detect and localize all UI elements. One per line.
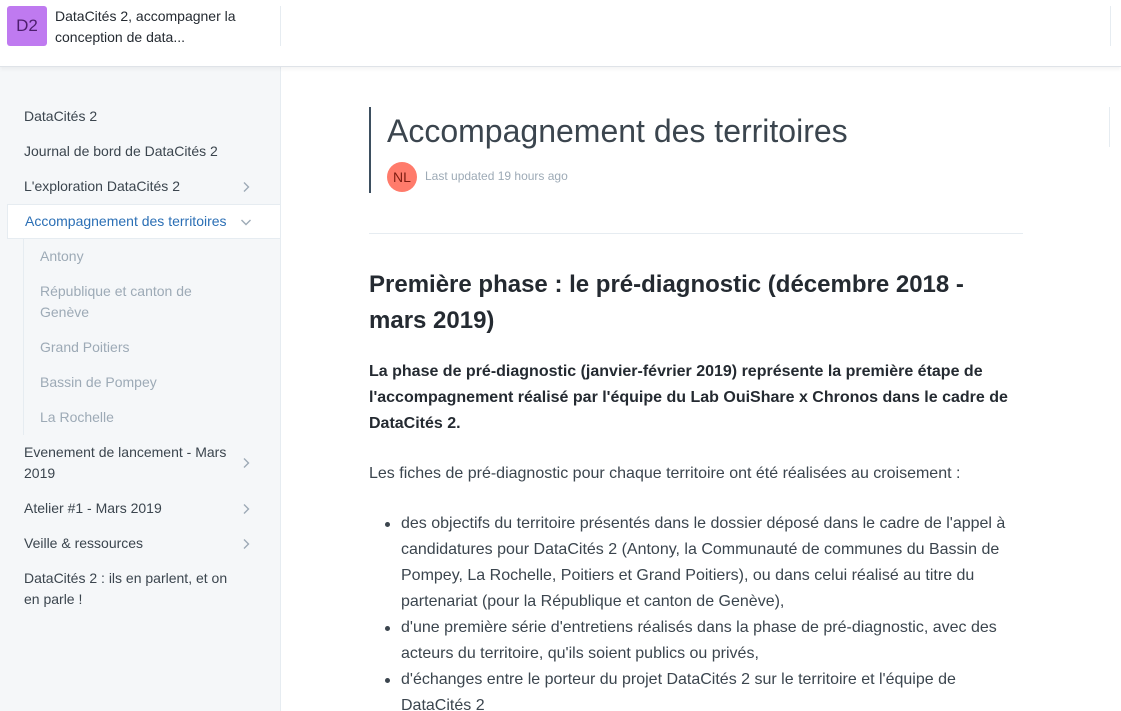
list-item: d'échanges entre le porteur du projet Da… xyxy=(385,667,1019,711)
sidebar-subitem-la-rochelle[interactable]: La Rochelle xyxy=(24,400,281,435)
paragraph: Les fiches de pré-diagnostic pour chaque… xyxy=(369,465,961,482)
sidebar-subitem-label: République et canton de Genève xyxy=(40,283,192,320)
sidebar-subitem-label: Bassin de Pompey xyxy=(40,374,157,390)
sidebar-item-accompagnement[interactable]: Accompagnement des territoires xyxy=(7,204,280,239)
avatar[interactable]: NL xyxy=(387,162,417,192)
sidebar: DataCités 2 Journal de bord de DataCités… xyxy=(0,67,281,711)
sidebar-item-ils-en-parlent[interactable]: DataCités 2 : ils en parlent, et on en p… xyxy=(7,561,280,617)
sidebar-item-datacites-2[interactable]: DataCités 2 xyxy=(7,99,280,134)
sidebar-item-label: Accompagnement des territoires xyxy=(25,213,227,229)
sidebar-subitem-grand-poitiers[interactable]: Grand Poitiers xyxy=(24,330,281,365)
sidebar-item-exploration[interactable]: L'exploration DataCités 2 xyxy=(7,169,280,204)
top-header: D2 DataCités 2, accompagner la conceptio… xyxy=(0,0,1121,67)
header-divider xyxy=(1110,6,1111,46)
sidebar-subitem-bassin-de-pompey[interactable]: Bassin de Pompey xyxy=(24,365,281,400)
list-item: d'une première série d'entretiens réalis… xyxy=(385,615,1019,667)
chevron-right-icon[interactable] xyxy=(240,181,252,193)
sidebar-subitem-label: Grand Poitiers xyxy=(40,339,130,355)
sidebar-subitem-antony[interactable]: Antony xyxy=(24,239,281,274)
last-updated: Last updated 19 hours ago xyxy=(425,169,568,183)
sidebar-subitem-geneve[interactable]: République et canton de Genève xyxy=(24,274,281,330)
chevron-down-icon[interactable] xyxy=(240,216,252,228)
header-divider xyxy=(280,6,281,46)
chevron-right-icon[interactable] xyxy=(240,503,252,515)
chevron-right-icon[interactable] xyxy=(240,538,252,550)
sidebar-item-label: Journal de bord de DataCités 2 xyxy=(24,143,218,159)
sidebar-item-label: Atelier #1 - Mars 2019 xyxy=(24,500,162,516)
sidebar-item-journal[interactable]: Journal de bord de DataCités 2 xyxy=(7,134,280,169)
sidebar-item-label: L'exploration DataCités 2 xyxy=(24,178,180,194)
sidebar-subitem-label: Antony xyxy=(40,248,84,264)
bullet-list: des objectifs du territoire présentés da… xyxy=(369,511,1019,711)
page-title: Accompagnement des territoires xyxy=(387,113,848,149)
sidebar-subnav: Antony République et canton de Genève Gr… xyxy=(23,239,280,435)
sidebar-item-evenement-lancement[interactable]: Evenement de lancement - Mars 2019 xyxy=(7,435,280,491)
chevron-right-icon[interactable] xyxy=(240,457,252,469)
main-content: Accompagnement des territoires NL Last u… xyxy=(281,67,1121,711)
sidebar-subitem-label: La Rochelle xyxy=(40,409,114,425)
sidebar-nav: DataCités 2 Journal de bord de DataCités… xyxy=(7,99,280,617)
sidebar-item-label: DataCités 2 xyxy=(24,108,98,124)
lead-paragraph: La phase de pré-diagnostic (janvier-févr… xyxy=(369,363,1008,432)
sidebar-item-atelier-1[interactable]: Atelier #1 - Mars 2019 xyxy=(7,491,280,526)
sidebar-item-label: Veille & ressources xyxy=(24,535,144,551)
section-heading: Première phase : le pré-diagnostic (déce… xyxy=(369,271,964,334)
sidebar-item-label: Evenement de lancement - Mars 2019 xyxy=(24,444,227,481)
sidebar-item-label: DataCités 2 : ils en parlent, et on en p… xyxy=(24,570,228,607)
list-item: des objectifs du territoire présentés da… xyxy=(385,511,1019,615)
space-title[interactable]: DataCités 2, accompagner la conception d… xyxy=(55,6,265,48)
space-logo[interactable]: D2 xyxy=(7,6,47,46)
article-body: Première phase : le pré-diagnostic (déce… xyxy=(369,267,1019,711)
divider xyxy=(369,233,1023,234)
divider xyxy=(1109,107,1110,147)
page-header: Accompagnement des territoires NL Last u… xyxy=(369,107,931,193)
sidebar-item-veille-ressources[interactable]: Veille & ressources xyxy=(7,526,280,561)
